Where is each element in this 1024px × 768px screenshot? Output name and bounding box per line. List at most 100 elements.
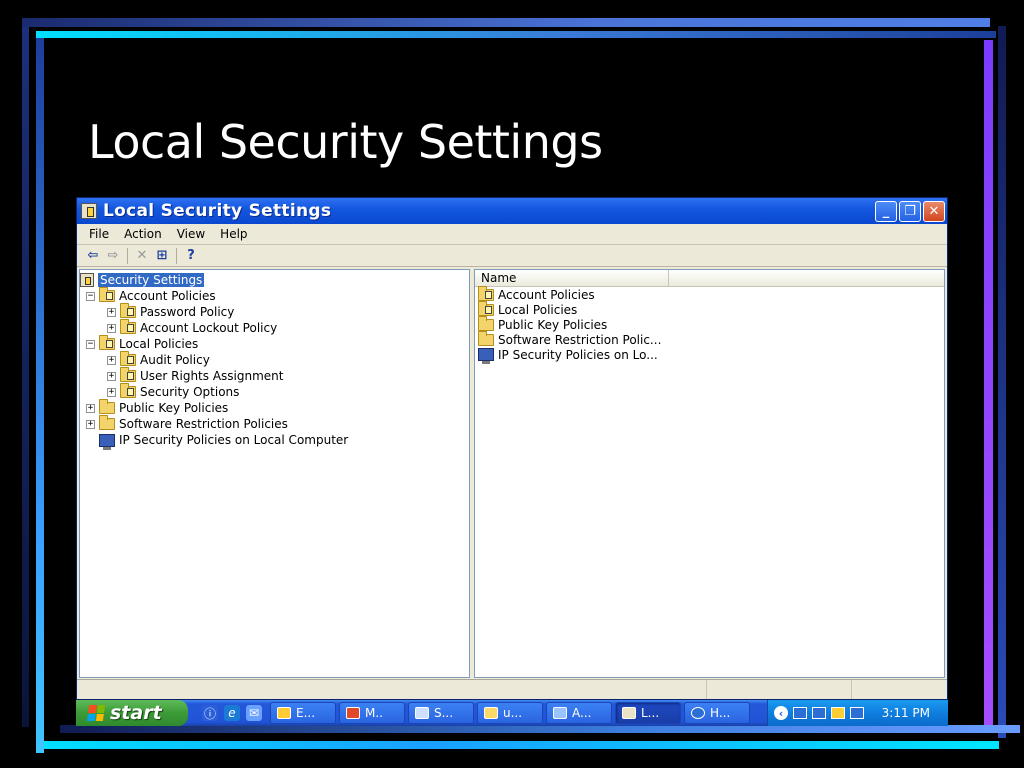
taskbar-item-label: E... bbox=[296, 706, 316, 720]
slide-title: Local Security Settings bbox=[88, 115, 603, 169]
tree-item-software-restriction-policies[interactable]: + Software Restriction Policies bbox=[80, 415, 469, 432]
taskbar-item[interactable]: S... bbox=[408, 702, 474, 724]
tree-item-password-policy[interactable]: + Password Policy bbox=[80, 303, 469, 320]
expand-toggle[interactable]: + bbox=[107, 307, 116, 317]
phone-icon[interactable] bbox=[831, 707, 845, 719]
system-tray: ‹ 3:11 PM bbox=[767, 700, 948, 726]
menu-file[interactable]: File bbox=[83, 227, 118, 241]
secure-folder-icon bbox=[120, 367, 136, 382]
column-header-name[interactable]: Name bbox=[475, 270, 669, 286]
export-list-icon: ⊞ bbox=[156, 248, 168, 263]
msn-messenger-icon[interactable]: ⓘ bbox=[202, 705, 218, 721]
slide-accent-bar bbox=[984, 40, 993, 730]
network-icon[interactable] bbox=[812, 707, 826, 719]
folder-icon bbox=[99, 399, 115, 414]
list-item[interactable]: Software Restriction Polic... bbox=[475, 330, 944, 347]
help-button[interactable]: ? bbox=[181, 247, 201, 265]
status-cell bbox=[852, 680, 947, 699]
back-arrow-icon: ⇦ bbox=[87, 248, 99, 263]
monitor-icon[interactable] bbox=[850, 707, 864, 719]
folder-icon bbox=[478, 315, 494, 331]
secure-folder-icon bbox=[478, 300, 494, 316]
console-tree[interactable]: Security Settings − Account Policies + P… bbox=[79, 269, 470, 678]
internet-explorer-icon[interactable]: e bbox=[224, 705, 240, 721]
tree-item-account-lockout-policy[interactable]: + Account Lockout Policy bbox=[80, 319, 469, 336]
tree-item-public-key-policies[interactable]: + Public Key Policies bbox=[80, 399, 469, 416]
taskbar-item[interactable]: A... bbox=[546, 702, 612, 724]
tree-item-security-options[interactable]: + Security Options bbox=[80, 383, 469, 400]
menu-view[interactable]: View bbox=[171, 227, 214, 241]
delete-button[interactable]: ✕ bbox=[132, 247, 152, 265]
local-security-settings-window: Local Security Settings _ ❐ ✕ File Actio… bbox=[76, 197, 948, 700]
security-settings-icon bbox=[622, 707, 636, 719]
list-item-label: Software Restriction Polic... bbox=[498, 332, 662, 347]
network-icon[interactable] bbox=[793, 707, 807, 719]
back-button[interactable]: ⇦ bbox=[83, 247, 103, 265]
tree-item-user-rights-assignment[interactable]: + User Rights Assignment bbox=[80, 367, 469, 384]
status-cell bbox=[707, 680, 852, 699]
expand-toggle[interactable]: + bbox=[107, 387, 116, 397]
slide-accent-bar bbox=[44, 741, 999, 749]
tree-item-local-policies[interactable]: − Local Policies bbox=[80, 335, 469, 352]
computer-icon bbox=[478, 348, 494, 364]
list-item[interactable]: Local Policies bbox=[475, 300, 944, 317]
secure-folder-icon bbox=[120, 319, 136, 334]
close-button[interactable]: ✕ bbox=[923, 200, 945, 222]
tree-item-ip-security-policies[interactable]: IP Security Policies on Local Computer bbox=[80, 432, 469, 450]
taskbar-item-label: L... bbox=[641, 706, 660, 720]
taskbar-item[interactable]: u... bbox=[477, 702, 543, 724]
secure-folder-icon bbox=[120, 303, 136, 318]
taskbar-item-local-security-settings[interactable]: L... bbox=[615, 702, 681, 724]
show-hidden-icons-chevron-icon[interactable]: ‹ bbox=[774, 706, 788, 720]
list-item-label: Account Policies bbox=[498, 287, 595, 302]
taskbar-item-label: M.. bbox=[365, 706, 383, 720]
app-icon bbox=[277, 707, 291, 719]
tree-item-label: Password Policy bbox=[140, 305, 235, 319]
tree-item-label: Account Lockout Policy bbox=[140, 321, 278, 335]
collapse-toggle[interactable]: − bbox=[86, 339, 95, 349]
list-item[interactable]: Public Key Policies bbox=[475, 315, 944, 332]
minimize-button[interactable]: _ bbox=[875, 200, 897, 222]
export-list-button[interactable]: ⊞ bbox=[152, 247, 172, 265]
collapse-toggle[interactable]: − bbox=[86, 291, 95, 301]
expand-toggle[interactable]: + bbox=[86, 419, 95, 429]
expand-toggle[interactable]: + bbox=[107, 323, 116, 333]
start-button[interactable]: start bbox=[76, 700, 188, 726]
window-titlebar[interactable]: Local Security Settings _ ❐ ✕ bbox=[77, 198, 947, 224]
menu-help[interactable]: Help bbox=[214, 227, 256, 241]
tree-root[interactable]: Security Settings bbox=[80, 272, 469, 288]
slide-accent-bar bbox=[998, 26, 1006, 738]
app-icon bbox=[484, 707, 498, 719]
taskbar: start ⓘ e ✉ E... M.. S... u... A... L...… bbox=[76, 700, 948, 726]
details-list[interactable]: Name Account Policies Local Policies Pub… bbox=[474, 269, 945, 678]
taskbar-item[interactable]: M.. bbox=[339, 702, 405, 724]
maximize-button[interactable]: ❐ bbox=[899, 200, 921, 222]
tree-item-account-policies[interactable]: − Account Policies bbox=[80, 287, 469, 304]
security-settings-icon bbox=[81, 203, 97, 219]
menu-action[interactable]: Action bbox=[118, 227, 171, 241]
console-panes: Security Settings − Account Policies + P… bbox=[79, 269, 945, 678]
list-item[interactable]: IP Security Policies on Lo... bbox=[475, 347, 944, 364]
forward-button[interactable]: ⇨ bbox=[103, 247, 123, 265]
forward-arrow-icon: ⇨ bbox=[107, 248, 119, 263]
tree-root-label: Security Settings bbox=[98, 273, 205, 287]
expand-toggle[interactable]: + bbox=[86, 403, 95, 413]
security-settings-icon bbox=[80, 273, 94, 287]
expand-toggle[interactable]: + bbox=[107, 355, 116, 365]
secure-folder-icon bbox=[478, 285, 494, 301]
outlook-express-icon[interactable]: ✉ bbox=[246, 705, 262, 721]
taskbar-item[interactable]: E... bbox=[270, 702, 336, 724]
quick-launch: ⓘ e ✉ bbox=[188, 705, 270, 721]
expand-toggle[interactable]: + bbox=[107, 371, 116, 381]
secure-folder-icon bbox=[120, 351, 136, 366]
taskbar-item-help[interactable]: H... bbox=[684, 702, 750, 724]
slide-accent-bar bbox=[36, 31, 996, 38]
taskbar-item-label: H... bbox=[710, 706, 731, 720]
taskbar-item-label: u... bbox=[503, 706, 523, 720]
tree-item-label: Public Key Policies bbox=[119, 401, 229, 415]
windows-logo-icon bbox=[86, 705, 106, 721]
folder-icon bbox=[478, 330, 494, 346]
status-bar bbox=[77, 679, 947, 699]
list-item[interactable]: Account Policies bbox=[475, 285, 944, 302]
tree-item-audit-policy[interactable]: + Audit Policy bbox=[80, 351, 469, 368]
